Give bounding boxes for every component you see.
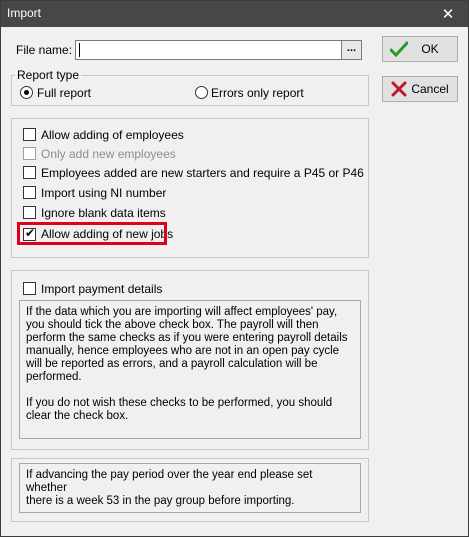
ok-button[interactable]: OK bbox=[382, 36, 458, 62]
close-icon[interactable]: ✕ bbox=[428, 1, 468, 27]
import-ni-number-label: Import using NI number bbox=[41, 186, 167, 200]
window-title: Import bbox=[7, 6, 42, 20]
import-ni-number-checkbox[interactable] bbox=[23, 186, 36, 199]
cross-icon bbox=[387, 81, 411, 97]
errors-only-label: Errors only report bbox=[211, 86, 304, 100]
ignore-blank-checkbox[interactable] bbox=[23, 206, 36, 219]
import-payment-checkbox[interactable] bbox=[23, 282, 36, 295]
cancel-label: Cancel bbox=[411, 82, 449, 96]
payment-info-memo: If the data which you are importing will… bbox=[19, 300, 361, 439]
title-bar: Import ✕ bbox=[1, 1, 468, 27]
new-starters-checkbox[interactable] bbox=[23, 166, 36, 179]
text-caret bbox=[79, 43, 80, 57]
errors-only-radio[interactable] bbox=[195, 86, 208, 99]
cancel-button[interactable]: Cancel bbox=[382, 76, 458, 102]
check-icon bbox=[387, 41, 411, 57]
import-dialog: Import ✕ File name: ... OK Cancel Report… bbox=[0, 0, 469, 537]
new-starters-label: Employees added are new starters and req… bbox=[41, 166, 364, 180]
full-report-label: Full report bbox=[37, 86, 92, 100]
year-end-note: If advancing the pay period over the yea… bbox=[19, 463, 361, 513]
ok-label: OK bbox=[421, 42, 439, 56]
full-report-radio[interactable] bbox=[20, 86, 33, 99]
allow-adding-employees-label: Allow adding of employees bbox=[41, 128, 184, 142]
file-name-label: File name: bbox=[16, 43, 73, 57]
import-payment-label: Import payment details bbox=[41, 282, 163, 296]
file-name-input[interactable] bbox=[75, 40, 362, 60]
ignore-blank-label: Ignore blank data items bbox=[41, 206, 166, 220]
browse-button[interactable]: ... bbox=[341, 40, 362, 60]
allow-adding-employees-checkbox[interactable] bbox=[23, 128, 36, 141]
report-type-title: Report type bbox=[15, 68, 82, 82]
highlight-box bbox=[17, 222, 167, 245]
only-add-new-employees-checkbox bbox=[23, 147, 36, 160]
radio-dot bbox=[24, 90, 29, 95]
only-add-new-employees-label: Only add new employees bbox=[41, 147, 176, 161]
